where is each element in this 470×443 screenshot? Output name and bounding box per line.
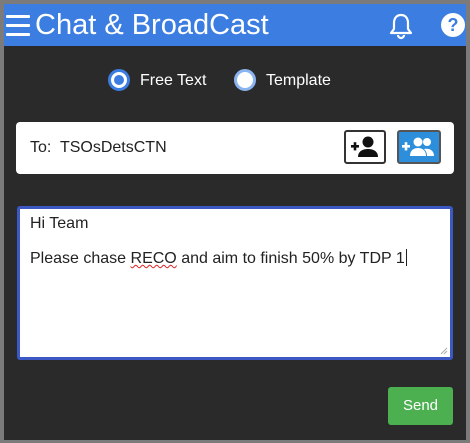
recipient-value: TSOsDetsCTN xyxy=(59,139,167,156)
message-mode-selector: Free Text Template xyxy=(4,66,466,96)
message-line-2: Please chase RECO and aim to finish 50% … xyxy=(30,249,407,269)
menu-icon[interactable] xyxy=(6,11,30,39)
radio-template-label: Template xyxy=(266,72,331,89)
app-header: Chat & BroadCast ? xyxy=(4,4,466,46)
recipient-label: To: xyxy=(30,139,52,156)
help-icon[interactable]: ? xyxy=(441,13,465,37)
send-button[interactable]: Send xyxy=(388,387,453,425)
radio-unchecked-icon xyxy=(234,69,256,91)
message-line-1: Hi Team xyxy=(30,215,89,232)
message-text-before: Please chase xyxy=(30,250,131,267)
add-person-icon xyxy=(351,136,378,157)
text-caret xyxy=(405,249,407,266)
radio-free-text-label: Free Text xyxy=(140,72,207,89)
spellcheck-flagged-word: RECO xyxy=(130,250,177,267)
recipient-card: To: TSOsDetsCTN xyxy=(16,122,454,174)
add-group-icon xyxy=(402,137,434,156)
resize-grip-icon[interactable] xyxy=(440,347,448,355)
add-contact-button[interactable] xyxy=(344,130,386,164)
message-input[interactable]: Hi Team Please chase RECO and aim to fin… xyxy=(17,206,453,360)
bell-icon[interactable] xyxy=(388,12,414,40)
recipient-field[interactable]: To: TSOsDetsCTN xyxy=(30,138,167,158)
radio-checked-icon xyxy=(108,69,130,91)
app-title: Chat & BroadCast xyxy=(35,9,269,41)
message-text-after: and aim to finish 50% by TDP 1 xyxy=(176,250,405,267)
app-window: Chat & BroadCast ? Free Text Template To… xyxy=(4,4,466,440)
add-group-button[interactable] xyxy=(397,130,441,164)
